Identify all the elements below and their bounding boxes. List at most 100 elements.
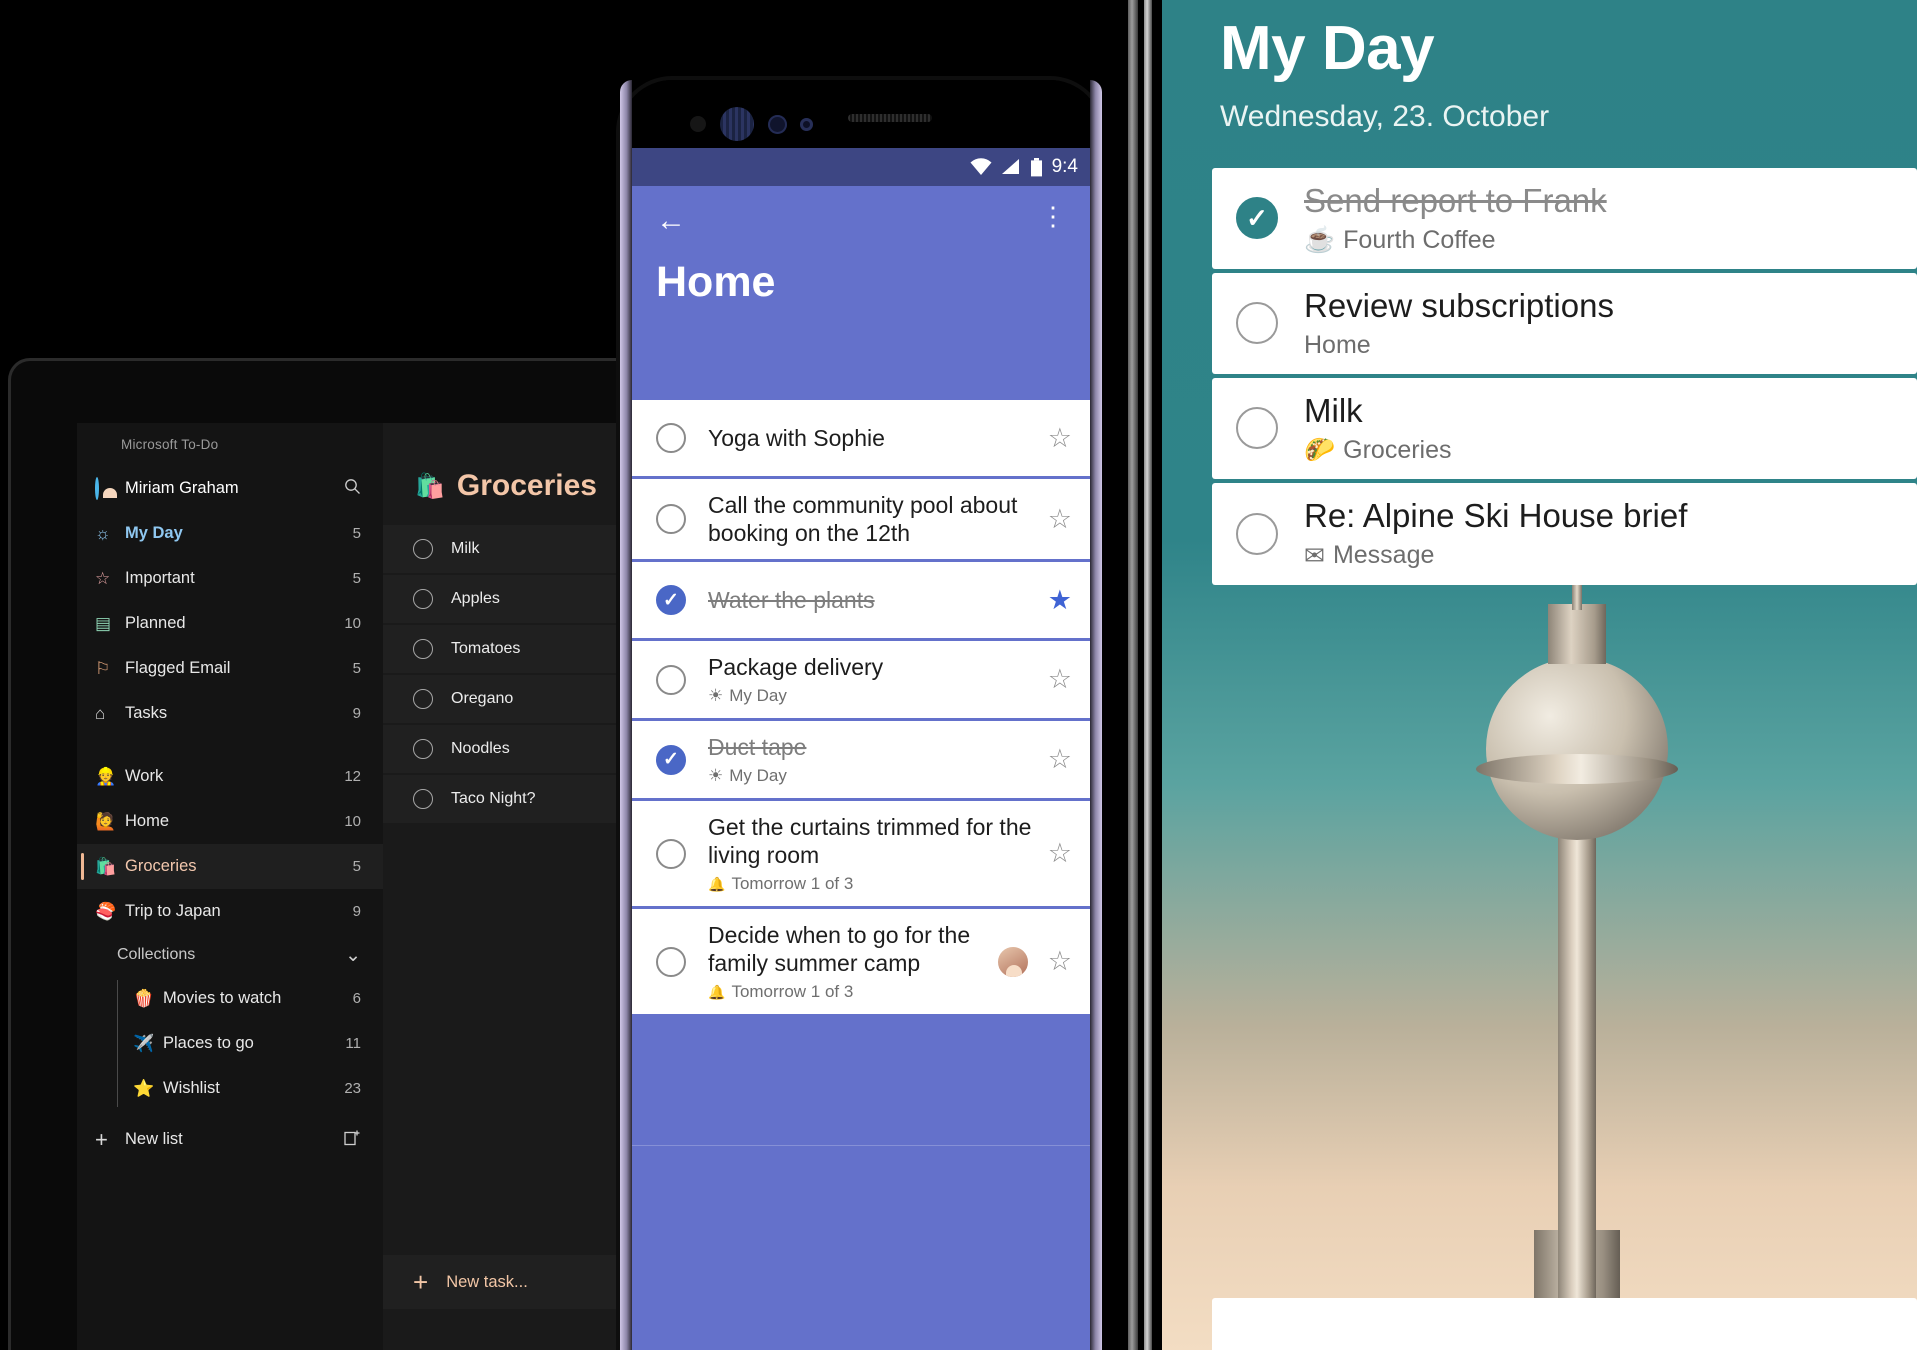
sidebar-item-tasks[interactable]: ⌂ Tasks 9 xyxy=(77,691,383,736)
list-item[interactable]: Water the plants ★ xyxy=(632,562,1090,639)
star-icon[interactable]: ☆ xyxy=(1048,946,1072,977)
task-subtitle: ☀ My Day xyxy=(708,766,1038,786)
list-item[interactable]: Duct tape ☀ My Day ☆ xyxy=(632,721,1090,799)
task-checkbox[interactable] xyxy=(656,744,686,775)
task-checkbox[interactable] xyxy=(1236,407,1278,450)
calendar-icon: ▤ xyxy=(95,614,112,633)
task-text-block: Decide when to go for the family summer … xyxy=(708,909,996,1014)
sidebar-collection-wishlist[interactable]: ⭐ Wishlist 23 xyxy=(77,1066,383,1111)
task-checkbox[interactable] xyxy=(1236,302,1278,345)
task-checkbox[interactable] xyxy=(413,739,433,759)
task-checkbox[interactable] xyxy=(413,639,433,659)
task-checkbox[interactable] xyxy=(656,585,686,616)
task-subtitle: Home xyxy=(1304,331,1614,360)
sidebar-item-count: 5 xyxy=(352,525,361,542)
star-icon[interactable]: ☆ xyxy=(1048,744,1072,775)
overflow-menu-icon[interactable]: ⋮ xyxy=(1040,203,1066,229)
shopping-bags-icon: 🛍️ xyxy=(415,472,445,500)
avatar xyxy=(95,477,99,500)
sidebar-item-label: Important xyxy=(125,569,195,587)
earpiece-speaker xyxy=(848,114,932,122)
list-item[interactable]: Get the curtains trimmed for the living … xyxy=(632,801,1090,907)
sidebar-list-label: Trip to Japan xyxy=(125,902,221,920)
phone-status-bar: 9:4 xyxy=(632,148,1090,186)
sidebar-collection-places-to-go[interactable]: ✈️ Places to go 11 xyxy=(77,1021,383,1066)
collections-group: 🍿 Movies to watch 6 ✈️ Places to go 11 ⭐… xyxy=(77,976,383,1111)
task-checkbox[interactable] xyxy=(1236,512,1278,555)
task-checkbox[interactable] xyxy=(413,689,433,709)
new-list-label: New list xyxy=(125,1130,183,1148)
task-text-block: Review subscriptions Home xyxy=(1304,287,1614,360)
sidebar-item-flagged-email[interactable]: ⚐ Flagged Email 5 xyxy=(77,646,383,691)
task-checkbox[interactable] xyxy=(413,539,433,559)
list-item[interactable]: Package delivery ☀ My Day ☆ xyxy=(632,641,1090,719)
sidebar-list-work[interactable]: 👷 Work 12 xyxy=(77,754,383,799)
sun-icon: ☀ xyxy=(708,766,724,786)
user-name: Miriam Graham xyxy=(125,479,239,497)
page-title: My Day xyxy=(1220,14,1435,83)
task-checkbox[interactable] xyxy=(656,946,686,977)
sidebar-list-count: 12 xyxy=(344,768,361,785)
star-icon[interactable]: ☆ xyxy=(1048,423,1072,454)
sidebar-item-important[interactable]: ☆ Important 5 xyxy=(77,556,383,601)
new-task-placeholder: New task... xyxy=(446,1272,528,1291)
search-icon[interactable] xyxy=(344,478,361,499)
assignee-avatar[interactable] xyxy=(995,944,1030,979)
task-label: Apples xyxy=(451,590,500,607)
list-item[interactable]: Review subscriptions Home xyxy=(1212,272,1917,374)
status-time: 9:4 xyxy=(1051,156,1078,177)
sidebar-list-groceries[interactable]: 🛍️ Groceries 5 xyxy=(77,844,383,889)
current-date: Wednesday, 23. October xyxy=(1220,100,1550,133)
task-subtitle-label: Fourth Coffee xyxy=(1343,225,1496,254)
signal-icon xyxy=(1001,159,1019,174)
star-icon[interactable]: ☆ xyxy=(1048,664,1072,695)
sidebar-list-trip-to-japan[interactable]: 🍣 Trip to Japan 9 xyxy=(77,889,383,934)
star-icon[interactable]: ★ xyxy=(1048,585,1072,616)
sidebar-list-home[interactable]: 🙋 Home 10 xyxy=(77,799,383,844)
task-title: Yoga with Sophie xyxy=(708,424,885,451)
phone-toolbar: ← ⋮ xyxy=(656,203,1066,236)
sidebar-item-my-day[interactable]: ☼ My Day 5 xyxy=(77,511,383,556)
person-raising-hand-icon: 🙋 xyxy=(95,812,117,831)
task-checkbox[interactable] xyxy=(1236,197,1278,240)
sidebar-item-planned[interactable]: ▤ Planned 10 xyxy=(77,601,383,646)
task-title: Call the community pool about booking on… xyxy=(708,492,1018,547)
back-arrow-icon[interactable]: ← xyxy=(656,206,686,236)
star-icon[interactable]: ☆ xyxy=(1048,504,1072,535)
new-window-icon[interactable] xyxy=(344,1129,361,1150)
list-item[interactable]: Send report to Frank ☕ Fourth Coffee xyxy=(1212,168,1917,269)
sidebar-list-count: 10 xyxy=(344,813,361,830)
flag-icon: ⚐ xyxy=(95,659,111,678)
task-subtitle: 🔔 Tomorrow 1 of 3 xyxy=(708,982,996,1002)
task-checkbox[interactable] xyxy=(656,504,686,535)
sidebar-collection-label: Movies to watch xyxy=(163,989,282,1007)
task-checkbox[interactable] xyxy=(413,789,433,809)
list-item[interactable]: Call the community pool about booking on… xyxy=(632,479,1090,560)
star-icon[interactable]: ☆ xyxy=(1048,838,1072,869)
task-subtitle-label: My Day xyxy=(729,686,787,706)
task-text-block: Water the plants xyxy=(708,574,1038,626)
sidebar-collection-movies-to-watch[interactable]: 🍿 Movies to watch 6 xyxy=(77,976,383,1021)
collections-header[interactable]: Collections ⌄ xyxy=(77,934,383,976)
bottom-task-card-edge[interactable] xyxy=(1212,1298,1917,1350)
list-item[interactable]: Decide when to go for the family summer … xyxy=(632,909,1090,1015)
task-title: Decide when to go for the family summer … xyxy=(708,922,971,977)
task-subtitle: ✉ Message xyxy=(1304,541,1687,571)
list-item[interactable]: Yoga with Sophie ☆ xyxy=(632,400,1090,476)
collections-label: Collections xyxy=(117,946,196,963)
sidebar-collection-count: 6 xyxy=(352,990,361,1007)
task-title: Get the curtains trimmed for the living … xyxy=(708,814,1032,869)
task-checkbox[interactable] xyxy=(656,423,686,453)
task-checkbox[interactable] xyxy=(656,664,686,695)
chevron-down-icon[interactable]: ⌄ xyxy=(345,944,361,967)
sidebar-divider xyxy=(77,736,383,754)
list-item[interactable]: Re: Alpine Ski House brief ✉ Message xyxy=(1212,482,1917,585)
task-checkbox[interactable] xyxy=(413,589,433,609)
reminder-bell-icon: 🔔 xyxy=(708,983,726,1000)
sidebar-user-row[interactable]: Miriam Graham xyxy=(77,466,383,511)
list-item[interactable]: Milk 🌮 Groceries xyxy=(1212,377,1917,479)
task-checkbox[interactable] xyxy=(656,838,686,869)
new-list-button[interactable]: + New list xyxy=(77,1117,383,1162)
page-title: Home xyxy=(656,258,776,306)
sidebar-collection-label: Wishlist xyxy=(163,1079,220,1097)
